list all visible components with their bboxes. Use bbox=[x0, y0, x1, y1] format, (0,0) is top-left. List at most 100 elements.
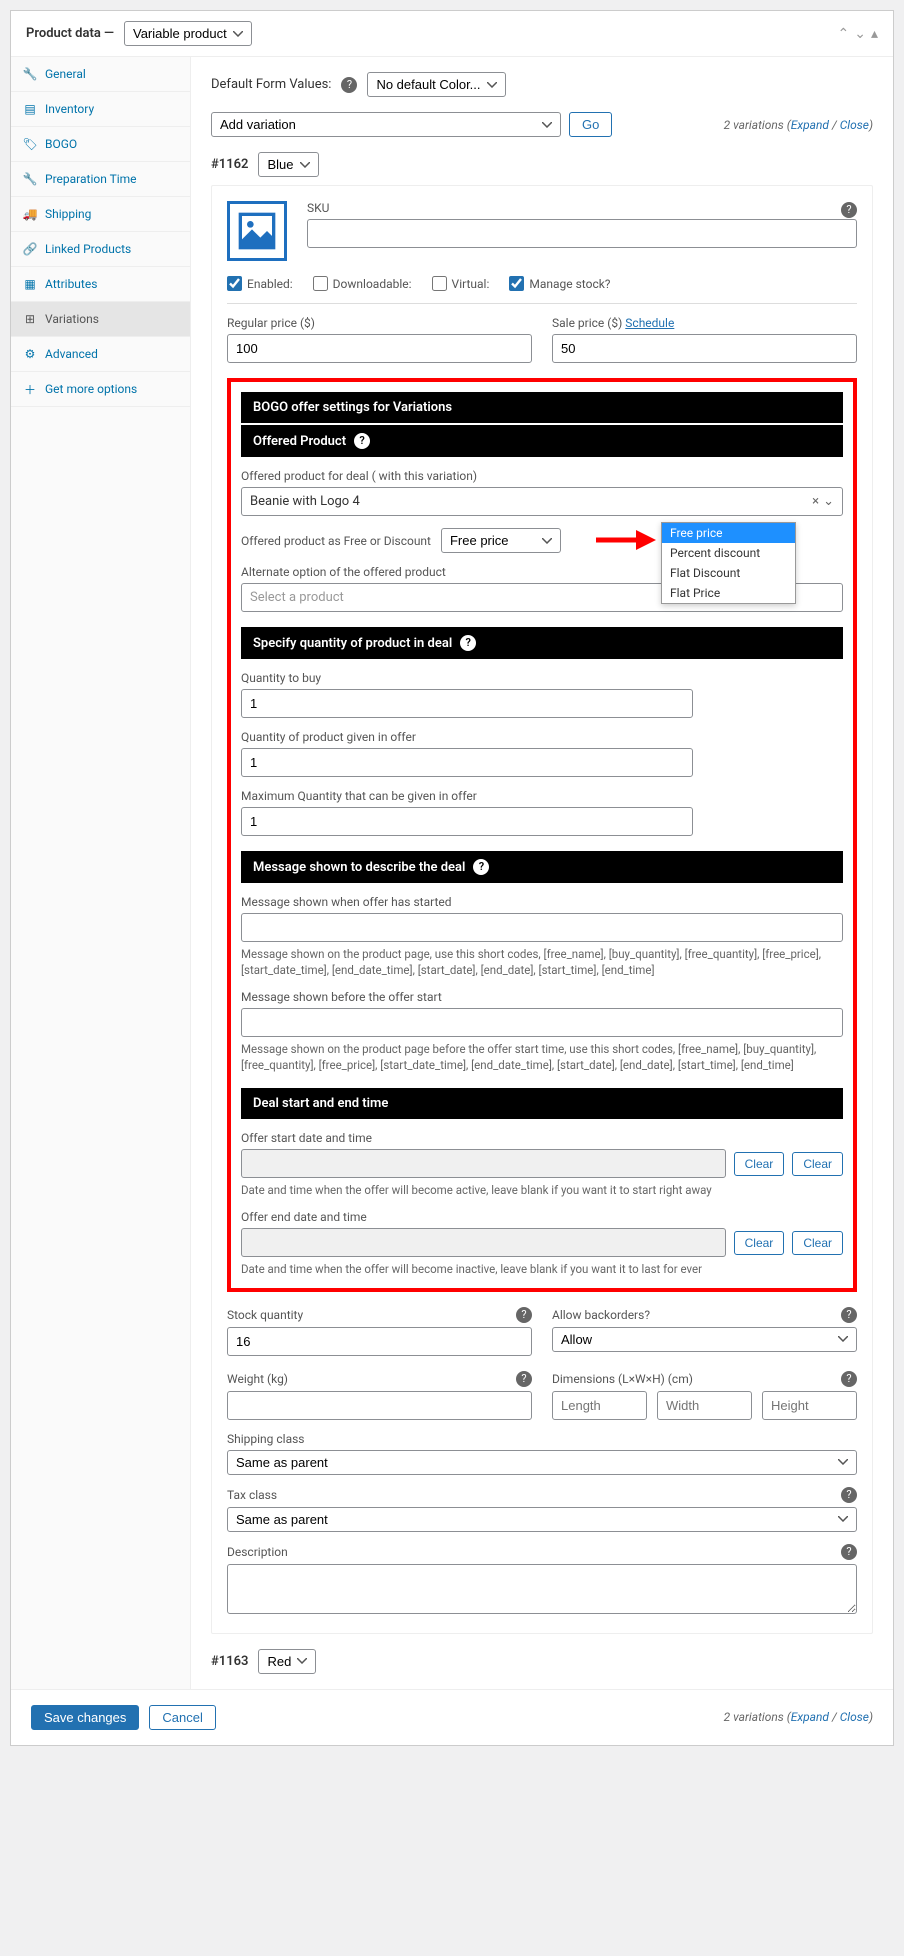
qty-max-input[interactable] bbox=[241, 807, 693, 836]
sidebar-item-attributes[interactable]: ▦Attributes bbox=[11, 267, 190, 302]
expand-link[interactable]: Expand bbox=[791, 1710, 829, 1724]
default-form-label: Default Form Values: bbox=[211, 77, 331, 92]
clear-end-button-1[interactable]: Clear bbox=[734, 1231, 785, 1255]
variation-id: #1163 bbox=[211, 1654, 248, 1669]
description-textarea[interactable] bbox=[227, 1564, 857, 1614]
msg-before-help: Message shown on the product page before… bbox=[241, 1041, 843, 1073]
image-icon bbox=[237, 211, 277, 251]
variation-1-body: SKU ? Enabled: Downloadable: Virtual: Ma… bbox=[211, 185, 873, 1634]
qty-buy-input[interactable] bbox=[241, 689, 693, 718]
variation-1-header[interactable]: #1162 Blue bbox=[211, 152, 873, 177]
sidebar-item-general[interactable]: 🔧General bbox=[11, 57, 190, 92]
bogo-settings-highlight: BOGO offer settings for Variations Offer… bbox=[227, 378, 857, 1292]
variation-count-bottom: 2 variations (Expand / Close) bbox=[724, 1710, 873, 1724]
help-icon[interactable]: ? bbox=[841, 1544, 857, 1560]
tag-icon: 🏷 bbox=[23, 137, 37, 151]
move-up-icon[interactable]: ⌃ bbox=[838, 26, 850, 42]
sale-price-label: Sale price ($) bbox=[552, 316, 622, 330]
sidebar-item-bogo[interactable]: 🏷BOGO bbox=[11, 127, 190, 162]
link-icon: 🔗 bbox=[23, 242, 37, 256]
msg-started-label: Message shown when offer has started bbox=[241, 895, 843, 909]
tax-class-label: Tax class bbox=[227, 1488, 277, 1502]
start-date-input[interactable] bbox=[241, 1149, 726, 1178]
sku-input[interactable] bbox=[307, 219, 857, 248]
sidebar-item-advanced[interactable]: ⚙Advanced bbox=[11, 337, 190, 372]
height-input[interactable] bbox=[762, 1391, 857, 1420]
sidebar: 🔧General ▤Inventory 🏷BOGO 🔧Preparation T… bbox=[11, 57, 191, 1689]
variation-image-upload[interactable] bbox=[227, 201, 287, 261]
managestock-checkbox[interactable]: Manage stock? bbox=[509, 276, 610, 291]
help-icon[interactable]: ? bbox=[516, 1371, 532, 1387]
free-or-discount-select[interactable]: Free price bbox=[441, 528, 561, 553]
help-icon[interactable]: ? bbox=[473, 859, 489, 875]
start-date-help: Date and time when the offer will become… bbox=[241, 1182, 843, 1198]
help-icon[interactable]: ? bbox=[841, 202, 857, 218]
clear-start-button-2[interactable]: Clear bbox=[792, 1152, 843, 1176]
width-input[interactable] bbox=[657, 1391, 752, 1420]
help-icon[interactable]: ? bbox=[841, 1487, 857, 1503]
clear-start-button-1[interactable]: Clear bbox=[734, 1152, 785, 1176]
virtual-checkbox[interactable]: Virtual: bbox=[432, 276, 490, 291]
save-changes-button[interactable]: Save changes bbox=[31, 1705, 139, 1730]
enabled-checkbox[interactable]: Enabled: bbox=[227, 276, 293, 291]
close-link[interactable]: Close bbox=[840, 1710, 869, 1724]
expand-link[interactable]: Expand bbox=[791, 118, 829, 132]
grid-icon: ▦ bbox=[23, 277, 37, 291]
msg-started-input[interactable] bbox=[241, 913, 843, 942]
chevron-down-icon: ⌄ bbox=[823, 494, 834, 509]
add-variation-select[interactable]: Add variation bbox=[211, 112, 561, 137]
free-or-discount-dropdown: Free price Percent discount Flat Discoun… bbox=[661, 522, 796, 604]
length-input[interactable] bbox=[552, 1391, 647, 1420]
end-date-input[interactable] bbox=[241, 1228, 726, 1257]
shipping-class-select[interactable]: Same as parent bbox=[227, 1450, 857, 1475]
tax-class-select[interactable]: Same as parent bbox=[227, 1507, 857, 1532]
move-down-icon[interactable]: ⌄ bbox=[854, 26, 866, 42]
stock-input[interactable] bbox=[227, 1327, 532, 1356]
wrench-icon: 🔧 bbox=[23, 172, 37, 186]
sidebar-item-inventory[interactable]: ▤Inventory bbox=[11, 92, 190, 127]
sidebar-item-get-more[interactable]: ＋Get more options bbox=[11, 372, 190, 407]
dropdown-option-free-price[interactable]: Free price bbox=[662, 523, 795, 543]
default-form-select[interactable]: No default Color... bbox=[367, 72, 506, 97]
help-icon[interactable]: ? bbox=[516, 1307, 532, 1323]
help-icon[interactable]: ? bbox=[354, 433, 370, 449]
sku-label: SKU bbox=[307, 201, 329, 215]
offered-product-select[interactable]: Beanie with Logo 4 × ⌄ bbox=[241, 487, 843, 516]
backorders-select[interactable]: Allow bbox=[552, 1327, 857, 1352]
qty-given-input[interactable] bbox=[241, 748, 693, 777]
help-icon[interactable]: ? bbox=[841, 1371, 857, 1387]
layers-icon: ⊞ bbox=[23, 312, 37, 326]
msg-before-input[interactable] bbox=[241, 1008, 843, 1037]
deal-title: Deal start and end time bbox=[241, 1088, 843, 1119]
help-icon[interactable]: ? bbox=[841, 1307, 857, 1323]
sidebar-item-linked-products[interactable]: 🔗Linked Products bbox=[11, 232, 190, 267]
schedule-link[interactable]: Schedule bbox=[625, 316, 674, 330]
help-icon[interactable]: ? bbox=[460, 635, 476, 651]
clear-end-button-2[interactable]: Clear bbox=[792, 1231, 843, 1255]
dropdown-option-percent-discount[interactable]: Percent discount bbox=[662, 543, 795, 563]
sale-price-input[interactable] bbox=[552, 334, 857, 363]
variation-attr-select[interactable]: Red bbox=[258, 1649, 316, 1674]
cancel-button[interactable]: Cancel bbox=[149, 1705, 215, 1730]
qty-given-label: Quantity of product given in offer bbox=[241, 730, 693, 744]
close-link[interactable]: Close bbox=[840, 118, 869, 132]
help-icon[interactable]: ? bbox=[341, 77, 357, 93]
variation-attr-select[interactable]: Blue bbox=[258, 152, 319, 177]
sidebar-item-shipping[interactable]: 🚚Shipping bbox=[11, 197, 190, 232]
product-type-select[interactable]: Variable product bbox=[124, 21, 252, 46]
downloadable-checkbox[interactable]: Downloadable: bbox=[313, 276, 412, 291]
clear-icon[interactable]: × bbox=[812, 494, 819, 509]
collapse-icon[interactable]: ▴ bbox=[871, 26, 878, 42]
dropdown-option-flat-price[interactable]: Flat Price bbox=[662, 583, 795, 603]
sidebar-item-preparation-time[interactable]: 🔧Preparation Time bbox=[11, 162, 190, 197]
backorders-label: Allow backorders? bbox=[552, 1308, 650, 1322]
weight-label: Weight (kg) bbox=[227, 1372, 288, 1386]
variation-2-header[interactable]: #1163 Red bbox=[211, 1649, 873, 1674]
weight-input[interactable] bbox=[227, 1391, 532, 1420]
msg-started-help: Message shown on the product page, use t… bbox=[241, 946, 843, 978]
regular-price-input[interactable] bbox=[227, 334, 532, 363]
dropdown-option-flat-discount[interactable]: Flat Discount bbox=[662, 563, 795, 583]
sidebar-item-variations[interactable]: ⊞Variations bbox=[11, 302, 190, 337]
shipping-class-label: Shipping class bbox=[227, 1432, 857, 1446]
go-button[interactable]: Go bbox=[569, 112, 612, 137]
